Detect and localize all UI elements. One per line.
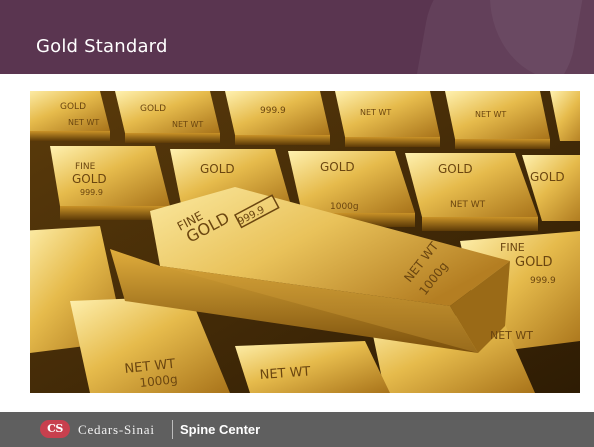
bar-stamp-net: NET WT [360,108,391,117]
gold-bars-photo: GOLD NET WT GOLD NET WT 999.9 NET WT NET… [30,91,580,393]
bar-stamp-gold: GOLD [530,170,565,184]
bar-stamp-gold: GOLD [72,172,107,186]
bar-stamp-gold: GOLD [200,162,235,176]
bar-stamp-net: NET WT [490,329,533,342]
title-bar: Gold Standard [0,0,594,74]
bar-stamp-purity: 999.9 [260,106,286,116]
footer-bar: CS Cedars-Sinai Spine Center [0,412,594,447]
cedars-sinai-logo-icon: CS [40,420,70,438]
bar-stamp-purity: 999.9 [80,188,103,197]
bar-stamp-purity: 999.9 [530,276,556,286]
brand-name: Cedars-Sinai [78,422,155,437]
bar-stamp-gold: GOLD [515,255,553,270]
bar-stamp-gold: GOLD [140,104,166,114]
bar-stamp-net: NET WT [475,110,506,119]
slide: Gold Standard GOLD NET WT GOLD NET WT 99… [0,0,594,447]
bar-stamp-net: NET WT [68,118,99,127]
bar-stamp-gold: GOLD [320,160,355,174]
bar-stamp-weight: 1000g [330,202,359,212]
logo-monogram: CS [47,422,63,435]
gold-bars-illustration: GOLD NET WT GOLD NET WT 999.9 NET WT NET… [30,91,580,393]
slide-title: Gold Standard [36,36,168,57]
department-name: Spine Center [180,422,261,437]
bar-stamp-gold: GOLD [438,162,473,176]
bar-stamp-gold: GOLD [60,102,86,112]
bar-stamp-net: NET WT [450,200,486,210]
bar-stamp-net: NET WT [172,120,203,129]
bar-stamp-fine: FINE [75,162,96,172]
bar-stamp-fine: FINE [500,241,525,254]
footer-divider [172,420,173,439]
